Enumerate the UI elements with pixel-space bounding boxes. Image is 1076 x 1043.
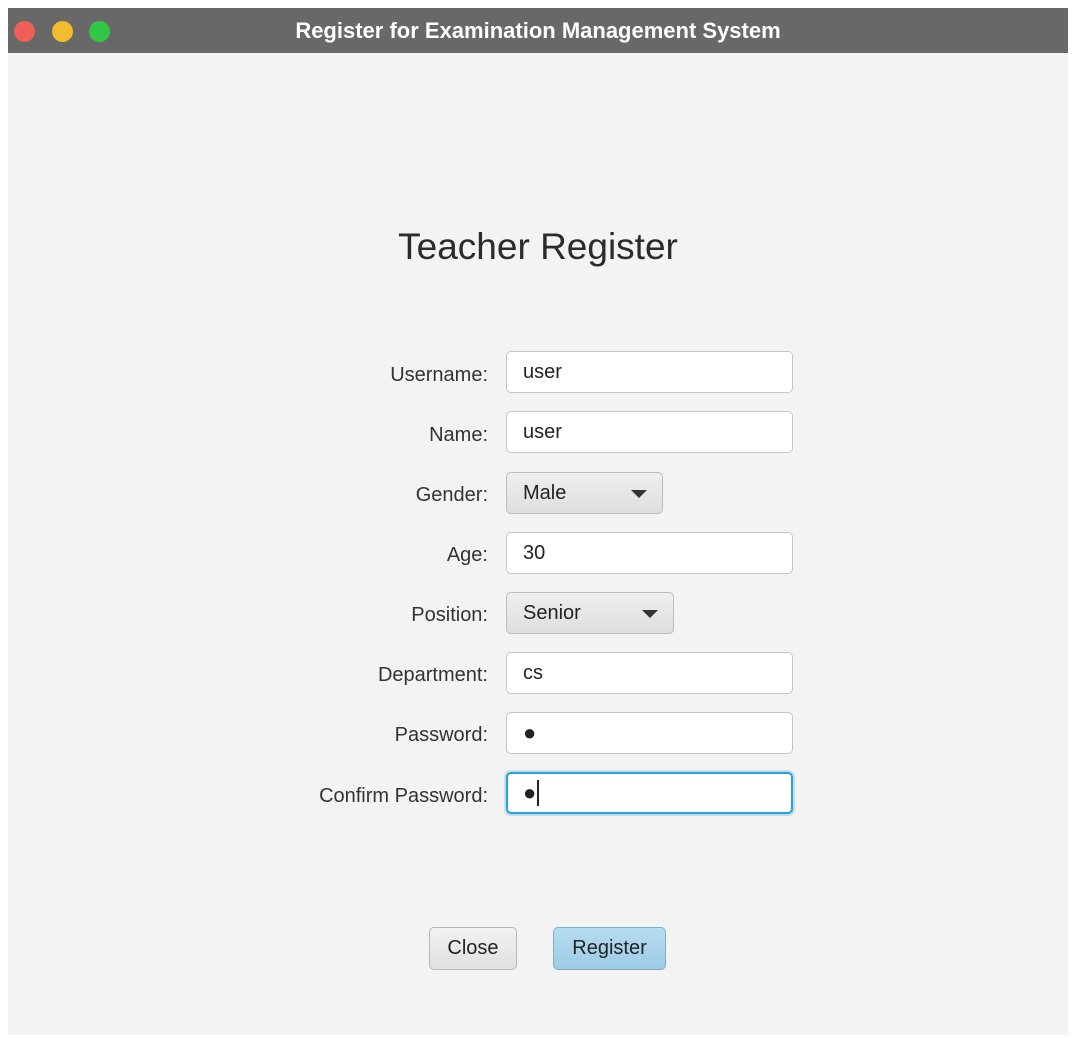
name-field[interactable]: user (506, 411, 793, 453)
department-label: Department: (377, 664, 488, 686)
close-button[interactable]: Close (429, 927, 517, 970)
gender-selected-value: Male (523, 482, 567, 504)
department-field[interactable]: cs (506, 652, 793, 694)
password-label: Password: (394, 724, 488, 746)
password-field[interactable]: ● (506, 712, 793, 754)
app-window: Register for Examination Management Syst… (8, 8, 1068, 1035)
confirm-password-content: ● (523, 774, 776, 812)
gender-select[interactable]: Male (506, 472, 663, 514)
gender-label: Gender: (415, 484, 488, 506)
username-field[interactable]: user (506, 351, 793, 393)
confirm-password-mask: ● (523, 780, 537, 805)
chevron-down-icon (642, 610, 658, 618)
username-label: Username: (390, 364, 488, 386)
register-button[interactable]: Register (553, 927, 666, 970)
age-label: Age: (446, 544, 488, 566)
text-caret (537, 780, 540, 806)
position-label: Position: (411, 604, 488, 626)
window-title: Register for Examination Management Syst… (295, 18, 781, 43)
name-label: Name: (429, 424, 488, 446)
position-selected-value: Senior (523, 602, 581, 624)
position-select[interactable]: Senior (506, 592, 674, 634)
title-bar: Register for Examination Management Syst… (8, 8, 1068, 53)
password-mask: ● (523, 720, 537, 745)
age-field[interactable]: 30 (506, 532, 793, 574)
page-title: Teacher Register (398, 226, 678, 267)
chevron-down-icon (631, 490, 647, 498)
confirm-password-field[interactable]: ● (506, 772, 793, 814)
confirm-password-label: Confirm Password: (319, 785, 488, 807)
